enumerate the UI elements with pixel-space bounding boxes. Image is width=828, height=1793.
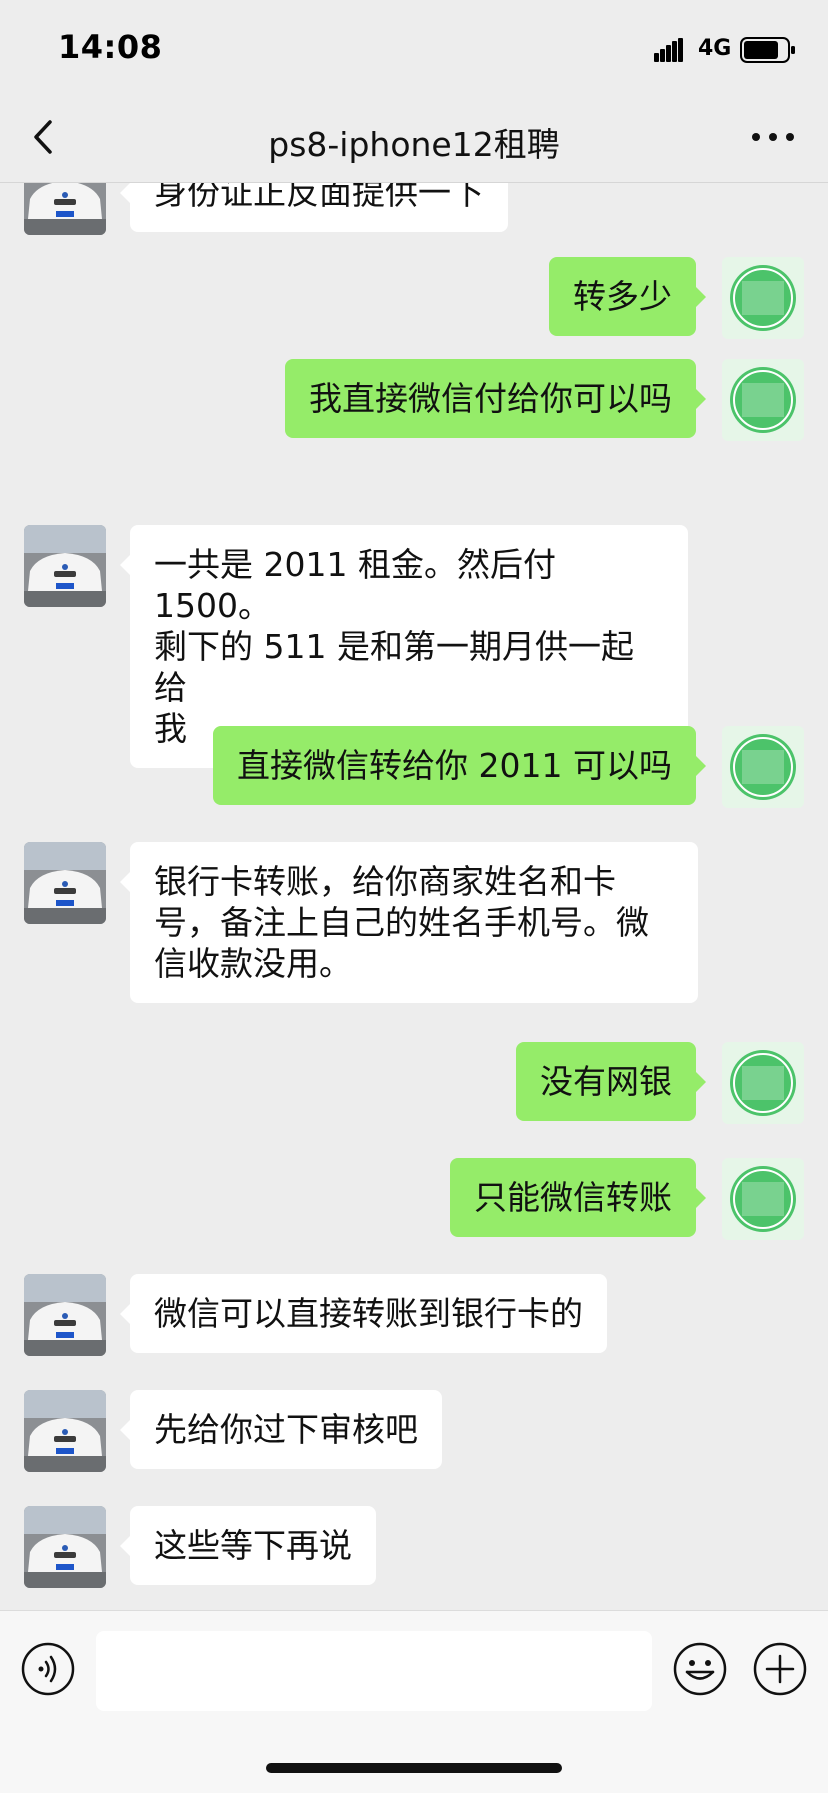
message-row-outgoing: 我直接微信付给你可以吗 <box>0 359 828 441</box>
message-row-incoming: 身份证正反面提供一下 <box>0 183 828 263</box>
more-dots-icon[interactable] <box>748 122 798 152</box>
self-avatar[interactable] <box>722 726 804 808</box>
message-row-outgoing: 转多少 <box>0 257 828 339</box>
message-bubble[interactable]: 这些等下再说 <box>120 1506 376 1585</box>
chat-header: ps8-iphone12租聘 <box>0 92 828 183</box>
car-photo-icon <box>24 1390 106 1472</box>
message-bubble[interactable]: 转多少 <box>549 257 706 336</box>
green-badge-logo-icon <box>722 726 804 808</box>
message-row-outgoing: 直接微信转给你 2011 可以吗 <box>0 726 828 808</box>
battery-icon <box>740 37 795 63</box>
chat-input-bar <box>0 1610 828 1793</box>
contact-avatar[interactable] <box>24 525 106 607</box>
message-row-incoming: 银行卡转账，给你商家姓名和卡 号，备注上自己的姓名手机号。微 信收款没用。 <box>0 842 828 1012</box>
chat-title: ps8-iphone12租聘 <box>268 125 560 164</box>
message-row-incoming: 先给你过下审核吧 <box>0 1390 828 1472</box>
green-badge-logo-icon <box>722 1042 804 1124</box>
message-bubble[interactable]: 银行卡转账，给你商家姓名和卡 号，备注上自己的姓名手机号。微 信收款没用。 <box>120 842 698 1003</box>
message-bubble[interactable]: 身份证正反面提供一下 <box>120 183 508 232</box>
cellular-signal-icon <box>654 38 683 62</box>
car-photo-icon <box>24 842 106 924</box>
self-avatar[interactable] <box>722 257 804 339</box>
chat-message-list[interactable]: 身份证正反面提供一下 转多少 我直接微信付给你可以吗 一共是 2011 租金。然… <box>0 183 828 1610</box>
contact-avatar[interactable] <box>24 1390 106 1472</box>
green-badge-logo-icon <box>722 359 804 441</box>
message-row-incoming: 一共是 2011 租金。然后付 1500。 剩下的 511 是和第一期月供一起给… <box>0 525 828 768</box>
contact-avatar[interactable] <box>24 1274 106 1356</box>
status-time: 14:08 <box>58 28 163 66</box>
self-avatar[interactable] <box>722 359 804 441</box>
car-photo-icon <box>24 183 106 235</box>
home-indicator <box>266 1763 562 1773</box>
message-bubble[interactable]: 只能微信转账 <box>450 1158 706 1237</box>
self-avatar[interactable] <box>722 1042 804 1124</box>
plus-icon[interactable] <box>752 1641 808 1697</box>
message-bubble[interactable]: 微信可以直接转账到银行卡的 <box>120 1274 607 1353</box>
green-badge-logo-icon <box>722 257 804 339</box>
message-bubble[interactable]: 我直接微信付给你可以吗 <box>285 359 706 438</box>
car-photo-icon <box>24 525 106 607</box>
car-photo-icon <box>24 1274 106 1356</box>
message-row-outgoing: 只能微信转账 <box>0 1158 828 1240</box>
message-bubble[interactable]: 直接微信转给你 2011 可以吗 <box>213 726 706 805</box>
message-bubble[interactable]: 没有网银 <box>516 1042 706 1121</box>
self-avatar[interactable] <box>722 1158 804 1240</box>
contact-avatar[interactable] <box>24 842 106 924</box>
contact-avatar[interactable] <box>24 183 106 235</box>
emoji-icon[interactable] <box>672 1641 728 1697</box>
voice-icon[interactable] <box>20 1641 76 1697</box>
message-input[interactable] <box>96 1631 652 1711</box>
contact-avatar[interactable] <box>24 1506 106 1588</box>
message-row-incoming: 微信可以直接转账到银行卡的 <box>0 1274 828 1356</box>
message-row-outgoing: 没有网银 <box>0 1042 828 1124</box>
status-bar: 14:08 4G <box>0 0 828 92</box>
network-type-label: 4G <box>698 36 732 61</box>
green-badge-logo-icon <box>722 1158 804 1240</box>
car-photo-icon <box>24 1506 106 1588</box>
message-bubble[interactable]: 先给你过下审核吧 <box>120 1390 442 1469</box>
message-row-incoming: 这些等下再说 <box>0 1506 828 1588</box>
